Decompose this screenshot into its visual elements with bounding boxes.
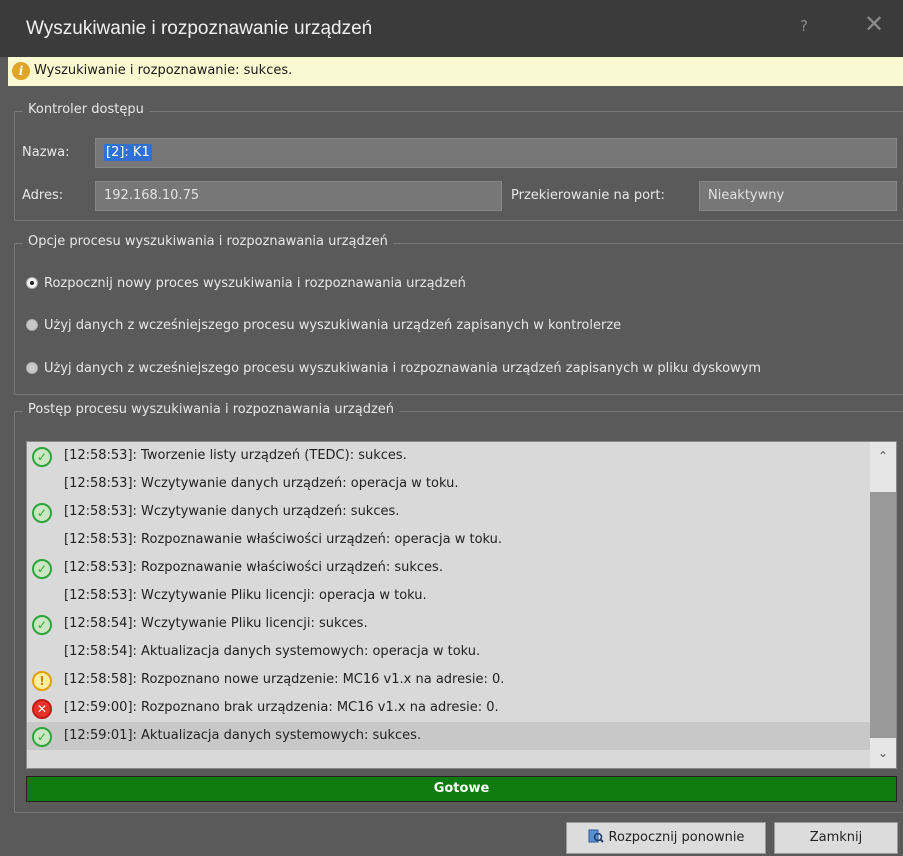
log-row: [12:58:53]: Rozpoznawanie właściwości ur… bbox=[27, 526, 870, 554]
address-field[interactable]: 192.168.10.75 bbox=[95, 181, 502, 211]
log-text: [12:59:00]: Rozpoznano brak urządzenia: … bbox=[64, 700, 499, 715]
close-window-button[interactable]: ✕ bbox=[864, 12, 884, 36]
option-disk-file-data[interactable]: Użyj danych z wcześniejszego procesu wys… bbox=[26, 361, 761, 376]
restart-search-icon bbox=[588, 826, 604, 843]
log-row: [12:58:53]: Wczytywanie danych urządzeń:… bbox=[27, 470, 870, 498]
progress-label: Gotowe bbox=[433, 781, 490, 796]
option-label: Użyj danych z wcześniejszego procesu wys… bbox=[44, 361, 762, 376]
log-text: [12:58:53]: Tworzenie listy urządzeń (TE… bbox=[64, 448, 407, 463]
success-check-icon: ✓ bbox=[32, 447, 52, 467]
log-row: ✓ [12:58:53]: Wczytywanie danych urządze… bbox=[27, 498, 870, 526]
log-row: ! [12:58:58]: Rozpoznano nowe urządzenie… bbox=[27, 666, 870, 694]
log-row: ✓ [12:58:53]: Tworzenie listy urządzeń (… bbox=[27, 442, 870, 470]
option-label: Użyj danych z wcześniejszego procesu wys… bbox=[44, 318, 622, 333]
scroll-up-arrow-icon[interactable]: ⌃ bbox=[870, 442, 896, 492]
info-text: Wyszukiwanie i rozpoznawanie: sukces. bbox=[34, 63, 293, 78]
log-text: [12:58:53]: Wczytywanie danych urządzeń:… bbox=[64, 476, 459, 491]
controller-legend: Kontroler dostępu bbox=[23, 102, 149, 117]
restart-label: Rozpocznij ponownie bbox=[608, 830, 745, 845]
log-row: [12:58:53]: Wczytywanie Pliku licencji: … bbox=[27, 582, 870, 610]
log-row: ✓ [12:58:53]: Rozpoznawanie właściwości … bbox=[27, 554, 870, 582]
log-text: [12:58:53]: Rozpoznawanie właściwości ur… bbox=[64, 532, 503, 547]
title-bar: Wyszukiwanie i rozpoznawanie urządzeń ? … bbox=[0, 0, 903, 57]
option-controller-data[interactable]: Użyj danych z wcześniejszego procesu wys… bbox=[26, 318, 621, 333]
success-check-icon: ✓ bbox=[32, 559, 52, 579]
radio-unselected-icon bbox=[26, 319, 38, 331]
info-bar: i Wyszukiwanie i rozpoznawanie: sukces. bbox=[8, 57, 903, 86]
info-icon: i bbox=[12, 62, 30, 80]
log-text: [12:58:58]: Rozpoznano nowe urządzenie: … bbox=[64, 672, 505, 687]
log-row: ✓ [12:58:54]: Wczytywanie Pliku licencji… bbox=[27, 610, 870, 638]
progress-legend: Postęp procesu wyszukiwania i rozpoznawa… bbox=[23, 402, 400, 417]
restart-button[interactable]: Rozpocznij ponownie bbox=[566, 822, 766, 854]
success-check-icon: ✓ bbox=[32, 727, 52, 747]
radio-selected-icon bbox=[26, 277, 38, 289]
name-label: Nazwa: bbox=[22, 145, 70, 160]
success-check-icon: ✓ bbox=[32, 503, 52, 523]
name-field[interactable]: [2]: K1 bbox=[95, 138, 897, 168]
log-scrollbar[interactable]: ⌃ ⌄ bbox=[870, 442, 896, 768]
options-legend: Opcje procesu wyszukiwania i rozpoznawan… bbox=[23, 234, 393, 249]
port-label: Przekierowanie na port: bbox=[511, 188, 665, 203]
log-text: [12:58:53]: Wczytywanie Pliku licencji: … bbox=[64, 588, 427, 603]
log-row: ✓ [12:59:01]: Aktualizacja danych system… bbox=[27, 722, 870, 750]
log-row: ✕ [12:59:00]: Rozpoznano brak urządzenia… bbox=[27, 694, 870, 722]
address-label: Adres: bbox=[22, 188, 64, 203]
option-label: Rozpocznij nowy proces wyszukiwania i ro… bbox=[44, 276, 466, 291]
log-text: [12:59:01]: Aktualizacja danych systemow… bbox=[64, 728, 422, 743]
help-button[interactable]: ? bbox=[800, 17, 808, 35]
name-value: [2]: K1 bbox=[104, 144, 152, 161]
warning-icon: ! bbox=[32, 671, 52, 691]
log-text: [12:58:53]: Wczytywanie danych urządzeń:… bbox=[64, 504, 400, 519]
success-check-icon: ✓ bbox=[32, 615, 52, 635]
radio-unselected-icon bbox=[26, 362, 38, 374]
error-x-icon: ✕ bbox=[32, 699, 52, 719]
log-row: [12:58:54]: Aktualizacja danych systemow… bbox=[27, 638, 870, 666]
log-text: [12:58:54]: Aktualizacja danych systemow… bbox=[64, 644, 481, 659]
close-button[interactable]: Zamknij bbox=[774, 822, 898, 854]
option-new-process[interactable]: Rozpocznij nowy proces wyszukiwania i ro… bbox=[26, 276, 466, 291]
progress-bar: Gotowe bbox=[26, 776, 897, 802]
log-text: [12:58:53]: Rozpoznawanie właściwości ur… bbox=[64, 560, 443, 575]
window-title: Wyszukiwanie i rozpoznawanie urządzeń bbox=[26, 18, 373, 39]
log-text: [12:58:54]: Wczytywanie Pliku licencji: … bbox=[64, 616, 368, 631]
scroll-down-arrow-icon[interactable]: ⌄ bbox=[870, 738, 896, 768]
log-list[interactable]: ✓ [12:58:53]: Tworzenie listy urządzeń (… bbox=[26, 441, 897, 769]
port-field[interactable]: Nieaktywny bbox=[699, 181, 897, 211]
